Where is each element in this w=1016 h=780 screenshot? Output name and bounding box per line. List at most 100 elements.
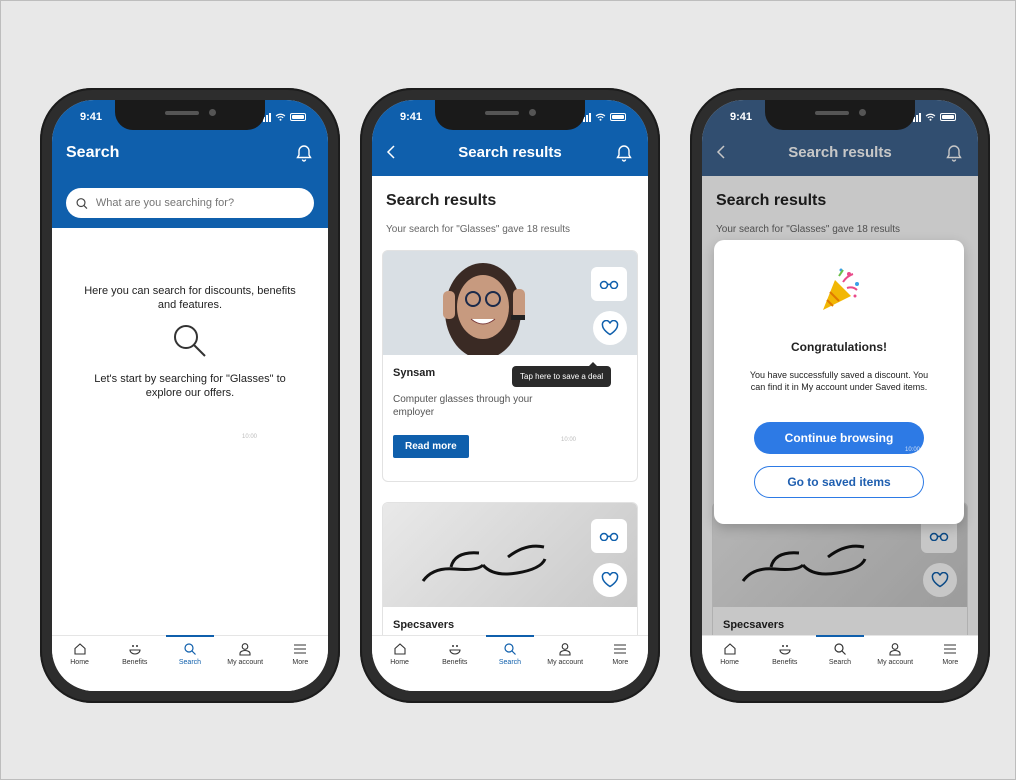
search-icon [76, 197, 88, 209]
nav-label: Benefits [122, 659, 148, 666]
status-icons [580, 112, 626, 122]
home-icon [724, 643, 736, 655]
nav-label: More [942, 659, 959, 666]
wifi-icon [595, 113, 606, 121]
nav-benefits[interactable]: Benefits [109, 642, 161, 691]
nav-label: My account [547, 659, 584, 666]
battery-icon [610, 113, 626, 121]
status-icons [260, 112, 306, 122]
empty-state-hint: Let's start by searching for "Glasses" t… [94, 373, 286, 400]
nav-label: Home [70, 659, 89, 666]
nav-label: Benefits [442, 659, 468, 666]
results-heading: Search results [386, 192, 497, 209]
search-icon [504, 643, 516, 655]
glasses-icon [929, 532, 949, 541]
nav-more[interactable]: More [274, 642, 326, 691]
offer-title: Specsavers [723, 619, 785, 631]
nav-label: Search [498, 659, 522, 666]
search-illustration-icon [174, 325, 206, 357]
go-to-saved-items-button[interactable]: Go to saved items [754, 466, 924, 498]
menu-icon [294, 644, 307, 654]
nav-benefits[interactable]: Benefits [759, 642, 811, 691]
status-time: 9:41 [400, 111, 423, 123]
nav-benefits[interactable]: Benefits [429, 642, 481, 691]
page-title: Search results [788, 144, 892, 161]
home-icon [394, 643, 406, 655]
continue-browsing-button[interactable]: Continue browsing [754, 422, 924, 454]
bell-icon[interactable] [616, 144, 632, 162]
nav-home[interactable]: Home [374, 642, 426, 691]
nav-my-account[interactable]: My account [219, 642, 271, 691]
results-heading: Search results [716, 192, 827, 209]
bottom-nav: Home Benefits Search My account More [372, 635, 648, 691]
phone-saved-confirmation: Search results 9:41 Search results Your … [690, 88, 990, 703]
glasses-category-icon [921, 519, 957, 553]
notch [435, 100, 585, 130]
nav-label: Benefits [772, 659, 798, 666]
menu-icon [944, 644, 957, 654]
bell-icon[interactable] [946, 144, 962, 162]
nav-my-account[interactable]: My account [869, 642, 921, 691]
phone-search-results: Search results 9:41 Search results Your … [360, 88, 660, 703]
empty-state-text: Here you can search for discounts, benef… [84, 285, 296, 312]
benefits-icon [129, 645, 141, 655]
page-title: Search [66, 144, 120, 161]
nav-label: Home [720, 659, 739, 666]
nav-search[interactable]: Search [814, 635, 866, 691]
glasses-icon [599, 280, 619, 289]
screen: Search results 9:41 Search results Your … [372, 100, 648, 691]
offer-description: Computer glasses through your employer [393, 394, 533, 418]
nav-home[interactable]: Home [54, 642, 106, 691]
save-favorite-button[interactable] [923, 563, 957, 597]
status-time: 9:41 [730, 111, 753, 123]
status-time: 9:41 [80, 111, 103, 123]
user-icon [239, 643, 251, 656]
results-summary: Your search for "Glasses" gave 18 result… [386, 224, 571, 235]
phone-search: Search 9:41 Here you can search for disc… [40, 88, 340, 703]
save-deal-tooltip: Tap here to save a deal [512, 362, 612, 387]
notch [115, 100, 265, 130]
nav-search[interactable]: Search [484, 635, 536, 691]
nav-my-account[interactable]: My account [539, 642, 591, 691]
ghost-timestamp: 10:00 [242, 434, 258, 440]
nav-more[interactable]: More [924, 642, 976, 691]
heart-icon [601, 320, 619, 336]
screen: Search results 9:41 Search results Your … [702, 100, 978, 691]
notch [765, 100, 915, 130]
bell-icon[interactable] [296, 144, 312, 162]
save-favorite-button[interactable] [593, 563, 627, 597]
glasses-category-icon [591, 267, 627, 301]
nav-more[interactable]: More [594, 642, 646, 691]
nav-label: Home [390, 659, 409, 666]
nav-search[interactable]: Search [164, 635, 216, 691]
party-popper-icon [823, 268, 859, 310]
offer-image [383, 503, 637, 607]
bottom-nav: Home Benefits Search My account More [702, 635, 978, 691]
glasses-category-icon [591, 519, 627, 553]
nav-label: More [612, 659, 629, 666]
ghost-timestamp: 10:00 [561, 437, 577, 443]
heart-icon [601, 572, 619, 588]
page-title: Search results [458, 144, 562, 161]
benefits-icon [449, 645, 461, 655]
status-icons [910, 112, 956, 122]
nav-home[interactable]: Home [704, 642, 756, 691]
battery-icon [290, 113, 306, 121]
search-band [52, 176, 328, 228]
menu-icon [614, 644, 627, 654]
search-input[interactable] [95, 197, 304, 209]
search-field[interactable] [66, 188, 314, 218]
save-favorite-button[interactable] [593, 311, 627, 345]
search-icon [834, 643, 846, 655]
user-icon [559, 643, 571, 656]
dialog-message: You have successfully saved a discount. … [749, 370, 929, 392]
home-icon [74, 643, 86, 655]
search-icon [184, 643, 196, 655]
read-more-button[interactable]: Read more [393, 435, 469, 458]
ghost-timestamp: 10:00 [904, 447, 920, 453]
battery-icon [940, 113, 956, 121]
dialog-title: Congratulations! [791, 340, 887, 354]
bottom-nav: Home Benefits Search My account More [52, 635, 328, 691]
glasses-icon [599, 532, 619, 541]
wifi-icon [275, 113, 286, 121]
